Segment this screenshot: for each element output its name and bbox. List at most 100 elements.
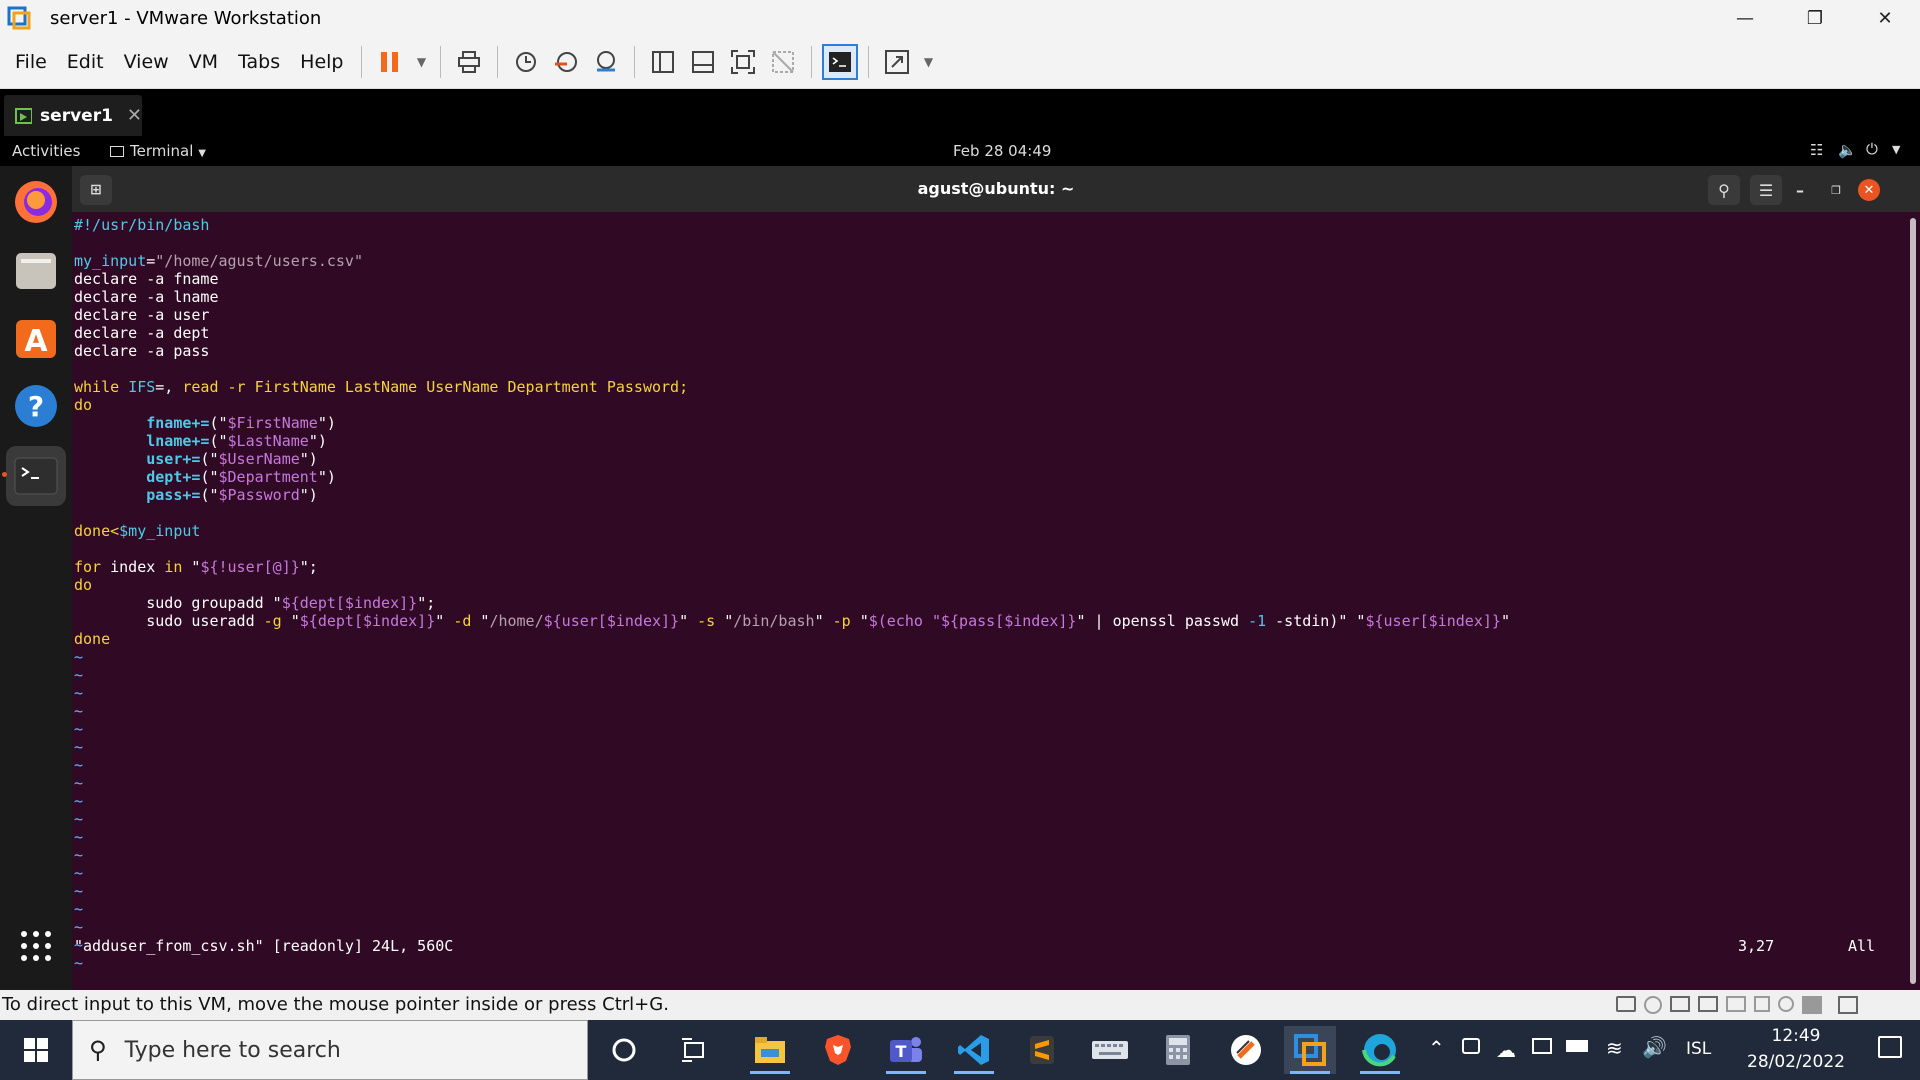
empty-line-marker: ~ xyxy=(74,882,84,900)
software-center-icon: A xyxy=(16,320,56,359)
taskbar-date[interactable]: 28/02/2022 xyxy=(1738,1052,1854,1072)
files-launcher[interactable] xyxy=(10,244,62,296)
notifications-icon[interactable] xyxy=(1878,1036,1902,1058)
printer-icon[interactable] xyxy=(1726,996,1746,1012)
menu-file[interactable]: File xyxy=(5,36,57,89)
power-icon[interactable]: ⏻ xyxy=(1866,140,1878,158)
code-token: ") xyxy=(317,468,336,486)
show-applications-button[interactable] xyxy=(18,928,54,964)
terminal-maximize-button[interactable]: ❐ xyxy=(1820,175,1852,205)
unity-button[interactable] xyxy=(765,44,801,80)
teams-button[interactable]: T xyxy=(880,1026,932,1074)
network-adapter-icon[interactable] xyxy=(1670,996,1690,1012)
pause-button[interactable] xyxy=(372,44,408,80)
terminal-app-menu[interactable]: Terminal ▼ xyxy=(110,142,206,160)
app-menu-label: Terminal xyxy=(130,142,194,160)
snapshot-manager-button[interactable] xyxy=(588,44,624,80)
app-button[interactable] xyxy=(1220,1026,1272,1074)
close-button[interactable]: ✕ xyxy=(1850,0,1920,36)
usb-icon[interactable] xyxy=(1778,996,1794,1012)
hard-disk-icon[interactable] xyxy=(1616,996,1636,1012)
terminal-search-button[interactable]: ⚲ xyxy=(1708,175,1740,205)
taskbar-clock[interactable]: 12:49 xyxy=(1738,1026,1854,1046)
tab-server1[interactable]: server1 ✕ xyxy=(4,95,142,136)
vim-editor[interactable]: #!/usr/bin/bash my_input="/home/agust/use… xyxy=(72,212,1920,990)
thumbnail-bar-button[interactable] xyxy=(685,44,721,80)
network-icon[interactable]: ☷ xyxy=(1810,141,1823,159)
language-indicator[interactable]: ISL xyxy=(1686,1039,1711,1059)
edge-button[interactable] xyxy=(1354,1026,1406,1074)
code-token: ${pass[$index]} xyxy=(941,612,1077,630)
message-icon[interactable] xyxy=(1838,996,1858,1014)
chevron-up-icon[interactable]: ⌃ xyxy=(1428,1036,1445,1060)
minimize-button[interactable]: — xyxy=(1710,0,1780,36)
activities-button[interactable]: Activities xyxy=(12,142,80,160)
network-adapter-icon[interactable] xyxy=(1698,996,1718,1012)
vm-display[interactable]: Activities Terminal ▼ Feb 28 04:49 ☷ 🔈 ⏻… xyxy=(0,136,1920,990)
taskbar-search-box[interactable]: ⚲ Type here to search xyxy=(72,1020,588,1080)
code-line: #!/usr/bin/bash xyxy=(74,216,209,234)
sublime-text-button[interactable] xyxy=(1016,1026,1068,1074)
code-token: " xyxy=(850,612,869,630)
send-ctrl-alt-del-button[interactable] xyxy=(451,44,487,80)
show-library-button[interactable] xyxy=(645,44,681,80)
start-button[interactable] xyxy=(10,1026,62,1074)
keyboard-button[interactable] xyxy=(1084,1026,1136,1074)
menu-tabs[interactable]: Tabs xyxy=(228,36,290,89)
restore-button[interactable]: ❐ xyxy=(1780,0,1850,36)
code-token: ") xyxy=(299,450,318,468)
tab-close-icon[interactable]: ✕ xyxy=(127,105,142,126)
pause-dropdown[interactable]: ▼ xyxy=(412,44,430,80)
file-explorer-button[interactable] xyxy=(744,1026,796,1074)
revert-snapshot-button[interactable] xyxy=(548,44,584,80)
terminal-close-button[interactable]: ✕ xyxy=(1858,179,1880,201)
code-line: declare -a lname xyxy=(74,288,219,306)
calculator-button[interactable] xyxy=(1152,1026,1204,1074)
menu-edit[interactable]: Edit xyxy=(57,36,114,89)
sound-icon[interactable] xyxy=(1754,996,1770,1012)
terminal-launcher[interactable] xyxy=(6,446,66,506)
code-line: do xyxy=(74,576,92,594)
terminal-scrollbar[interactable] xyxy=(1910,212,1918,990)
vscode-button[interactable] xyxy=(948,1026,1000,1074)
task-view-button[interactable] xyxy=(668,1026,720,1074)
code-token: "/home/agust/users.csv" xyxy=(155,252,363,270)
volume-icon[interactable]: 🔊 xyxy=(1642,1035,1667,1059)
meet-now-icon[interactable] xyxy=(1462,1038,1480,1054)
battery-icon[interactable] xyxy=(1566,1040,1588,1052)
firefox-launcher[interactable] xyxy=(10,176,62,228)
code-token: do xyxy=(74,396,93,414)
empty-line-marker: ~ xyxy=(74,720,84,738)
code-line: sudo groupadd "${dept[$index]}"; xyxy=(74,594,435,612)
ubuntu-dock: A ? xyxy=(0,166,72,990)
tab-label: server1 xyxy=(40,105,113,126)
display-icon[interactable] xyxy=(1802,996,1822,1014)
terminal-minimize-button[interactable]: – xyxy=(1784,175,1816,205)
scrollbar-thumb[interactable] xyxy=(1910,218,1916,984)
full-screen-button[interactable] xyxy=(725,44,761,80)
terminal-icon xyxy=(14,457,58,495)
active-indicator xyxy=(954,1071,994,1074)
unity-icon xyxy=(772,51,795,73)
snapshot-button[interactable] xyxy=(508,44,544,80)
menu-help[interactable]: Help xyxy=(290,36,353,89)
terminal-menu-button[interactable]: ☰ xyxy=(1750,175,1782,205)
vmware-taskbar-button[interactable] xyxy=(1284,1026,1336,1074)
display-icon[interactable] xyxy=(1532,1038,1552,1054)
console-view-button[interactable] xyxy=(822,44,859,80)
top-bar-clock[interactable]: Feb 28 04:49 xyxy=(953,142,1051,160)
cd-icon[interactable] xyxy=(1644,996,1662,1014)
menu-vm[interactable]: VM xyxy=(179,36,228,89)
wifi-icon[interactable]: ≋ xyxy=(1606,1036,1623,1060)
help-launcher[interactable]: ? xyxy=(10,380,62,432)
menu-view[interactable]: View xyxy=(114,36,179,89)
code-line: done xyxy=(74,630,110,648)
onedrive-icon[interactable]: ☁ xyxy=(1496,1038,1516,1062)
volume-icon[interactable]: 🔈 xyxy=(1838,141,1857,159)
stretch-dropdown[interactable]: ▼ xyxy=(919,44,937,80)
brave-button[interactable] xyxy=(812,1026,864,1074)
dropdown-icon[interactable]: ▼ xyxy=(1892,143,1900,156)
software-center-launcher[interactable]: A xyxy=(10,312,62,364)
stretch-button[interactable] xyxy=(879,44,915,80)
cortana-button[interactable] xyxy=(598,1026,650,1074)
